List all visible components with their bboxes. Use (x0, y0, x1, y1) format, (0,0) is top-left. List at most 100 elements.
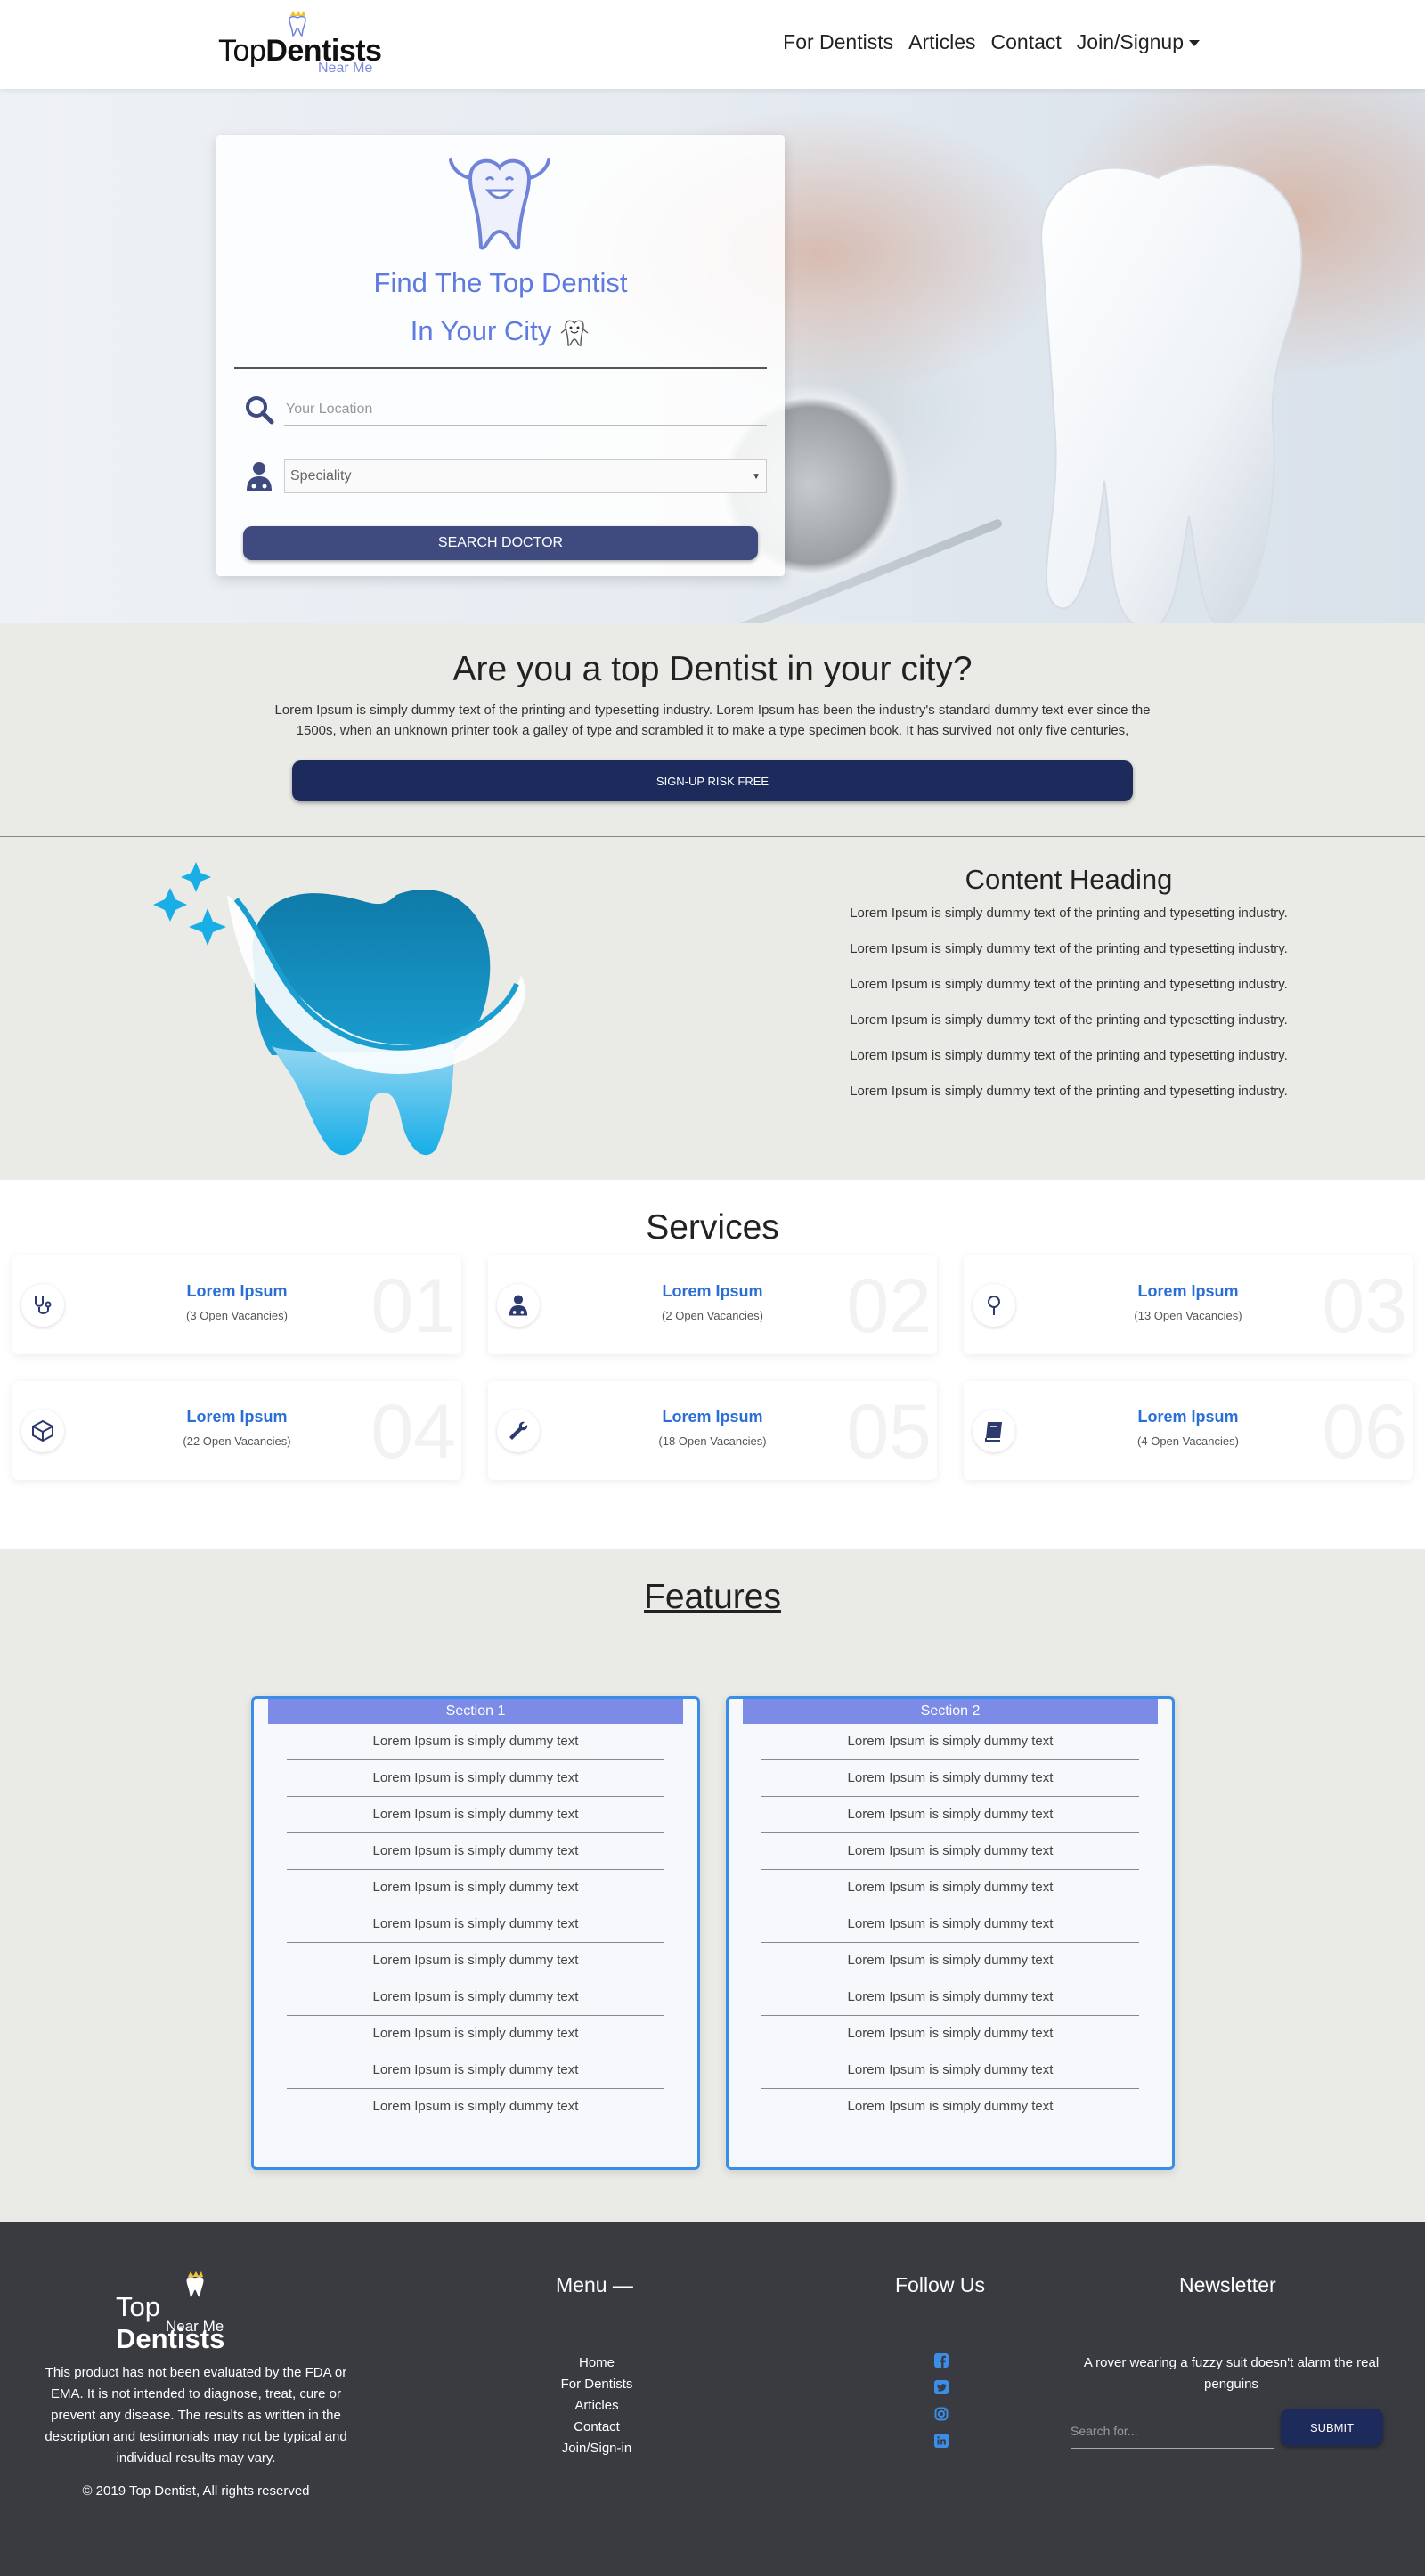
service-vacancies: (18 Open Vacancies) (658, 1434, 767, 1448)
content-line: Lorem Ipsum is simply dummy text of the … (850, 1012, 1288, 1028)
content-line: Lorem Ipsum is simply dummy text of the … (850, 1084, 1288, 1099)
feature-item: Lorem Ipsum is simply dummy text (761, 1943, 1139, 1979)
service-card[interactable]: 04 Lorem Ipsum (22 Open Vacancies) (12, 1381, 461, 1480)
feature-item: Lorem Ipsum is simply dummy text (287, 1870, 664, 1906)
smiling-tooth-icon (449, 158, 550, 250)
feature-item: Lorem Ipsum is simply dummy text (287, 1760, 664, 1797)
feature-item: Lorem Ipsum is simply dummy text (287, 1906, 664, 1943)
feature-item: Lorem Ipsum is simply dummy text (761, 2016, 1139, 2052)
service-number: 04 (370, 1389, 456, 1475)
service-card[interactable]: 03 Lorem Ipsum (13 Open Vacancies) (964, 1255, 1413, 1354)
feature-item: Lorem Ipsum is simply dummy text (761, 1760, 1139, 1797)
services-grid: 01 Lorem Ipsum (3 Open Vacancies) 02 Lor… (12, 1255, 1413, 1480)
feature-item: Lorem Ipsum is simply dummy text (761, 1724, 1139, 1760)
feature-box-title: Section 2 (743, 1699, 1158, 1724)
content-line: Lorem Ipsum is simply dummy text of the … (850, 1048, 1288, 1063)
content-section: Content Heading Lorem Ipsum is simply du… (0, 837, 1425, 1180)
service-card[interactable]: 06 Lorem Ipsum (4 Open Vacancies) (964, 1381, 1413, 1480)
footer-menu-join-signin[interactable]: Join/Sign-in (534, 2438, 659, 2459)
brand-logo[interactable]: TopDentists Near Me (218, 11, 387, 78)
speciality-select[interactable]: Speciality ▼ (284, 459, 767, 493)
service-title: Lorem Ipsum (1137, 1282, 1239, 1300)
services-section: Services 01 Lorem Ipsum (3 Open Vacancie… (0, 1180, 1425, 1549)
feature-item: Lorem Ipsum is simply dummy text (287, 1797, 664, 1833)
main-nav: For Dentists Articles Contact Join/Signu… (783, 30, 1200, 54)
brand-tagline: Near Me (318, 61, 373, 76)
cartoon-tooth-icon (560, 320, 589, 346)
service-title: Lorem Ipsum (186, 1282, 288, 1300)
speciality-field-row: Speciality ▼ (243, 459, 767, 493)
service-number: 03 (1322, 1264, 1407, 1349)
services-heading: Services (646, 1208, 779, 1247)
footer-menu-contact[interactable]: Contact (534, 2417, 659, 2438)
footer-menu-home[interactable]: Home (534, 2353, 659, 2374)
footer-follow-title: Follow Us (895, 2273, 985, 2296)
service-vacancies: (3 Open Vacancies) (186, 1309, 288, 1322)
feature-item: Lorem Ipsum is simply dummy text (287, 2052, 664, 2089)
footer-menu-title: Menu — (556, 2273, 633, 2296)
content-line: Lorem Ipsum is simply dummy text of the … (850, 906, 1288, 921)
hero-title-line2: In Your City (216, 315, 785, 349)
feature-item: Lorem Ipsum is simply dummy text (287, 2089, 664, 2125)
hero-tooth-model-image (1040, 163, 1303, 623)
feature-item: Lorem Ipsum is simply dummy text (761, 1870, 1139, 1906)
service-title: Lorem Ipsum (662, 1408, 763, 1426)
footer-newsletter-title: Newsletter (1179, 2273, 1276, 2296)
service-card[interactable]: 01 Lorem Ipsum (3 Open Vacancies) (12, 1255, 461, 1354)
content-line: Lorem Ipsum is simply dummy text of the … (850, 977, 1288, 992)
feature-item: Lorem Ipsum is simply dummy text (761, 1906, 1139, 1943)
instagram-icon[interactable] (933, 2406, 949, 2422)
feature-item: Lorem Ipsum is simply dummy text (761, 1797, 1139, 1833)
content-heading: Content Heading (965, 864, 1173, 895)
nav-join-signup-dropdown[interactable]: Join/Signup (1077, 30, 1200, 54)
content-text-block: Content Heading Lorem Ipsum is simply du… (802, 864, 1336, 1118)
nav-articles[interactable]: Articles (908, 30, 975, 54)
footer-menu-for-dentists[interactable]: For Dentists (534, 2374, 659, 2395)
service-vacancies: (2 Open Vacancies) (662, 1309, 763, 1322)
feature-item: Lorem Ipsum is simply dummy text (287, 1943, 664, 1979)
service-card[interactable]: 05 Lorem Ipsum (18 Open Vacancies) (488, 1381, 937, 1480)
footer-brand-tagline: Near Me (166, 2318, 224, 2335)
feature-item: Lorem Ipsum is simply dummy text (761, 2052, 1139, 2089)
service-number: 02 (846, 1264, 932, 1349)
social-links (933, 2353, 949, 2449)
content-line: Lorem Ipsum is simply dummy text of the … (850, 941, 1288, 956)
doctor-icon (247, 462, 272, 491)
feature-list: Lorem Ipsum is simply dummy text Lorem I… (761, 1724, 1139, 2125)
service-title: Lorem Ipsum (1137, 1408, 1239, 1426)
feature-item: Lorem Ipsum is simply dummy text (287, 1724, 664, 1760)
feature-box-title: Section 1 (268, 1699, 683, 1724)
service-title: Lorem Ipsum (186, 1408, 288, 1426)
signup-risk-free-button[interactable]: SIGN-UP RISK FREE (292, 760, 1133, 801)
search-doctor-button[interactable]: SEARCH DOCTOR (243, 526, 758, 560)
footer-disclaimer: This product has not been evaluated by t… (45, 2365, 347, 2466)
service-card[interactable]: 02 Lorem Ipsum (2 Open Vacancies) (488, 1255, 937, 1354)
feature-item: Lorem Ipsum is simply dummy text (761, 1833, 1139, 1870)
navbar: TopDentists Near Me For Dentists Article… (0, 0, 1425, 89)
feature-box-section-2: Section 2 Lorem Ipsum is simply dummy te… (726, 1696, 1175, 2170)
hero-title-line1: Find The Top Dentist (373, 267, 628, 298)
location-field-row (243, 394, 767, 426)
search-card: Find The Top Dentist In Your City Specia… (216, 135, 785, 576)
footer-menu-articles[interactable]: Articles (534, 2395, 659, 2417)
newsletter-text: A rover wearing a fuzzy suit doesn't ala… (1083, 2355, 1380, 2392)
nav-contact[interactable]: Contact (991, 30, 1062, 54)
newsletter-input[interactable] (1071, 2413, 1274, 2449)
linkedin-icon[interactable] (933, 2433, 949, 2449)
service-vacancies: (13 Open Vacancies) (1134, 1309, 1242, 1322)
features-heading: Features (644, 1578, 781, 1616)
newsletter-submit-button[interactable]: SUBMIT (1281, 2409, 1383, 2446)
facebook-icon[interactable] (933, 2353, 949, 2369)
footer-brand-logo[interactable]: Top Dentists Near Me (116, 2271, 276, 2354)
footer: Top Dentists Near Me This product has no… (0, 2222, 1425, 2576)
nav-for-dentists[interactable]: For Dentists (783, 30, 893, 54)
service-number: 06 (1322, 1389, 1407, 1475)
cta-heading: Are you a top Dentist in your city? (452, 650, 973, 688)
feature-item: Lorem Ipsum is simply dummy text (287, 1979, 664, 2016)
location-input[interactable] (284, 394, 767, 426)
twitter-icon[interactable] (933, 2379, 949, 2395)
features-section: Features Section 1 Lorem Ipsum is simply… (0, 1549, 1425, 2222)
service-number: 01 (370, 1264, 456, 1349)
feature-list: Lorem Ipsum is simply dummy text Lorem I… (287, 1724, 664, 2125)
feature-item: Lorem Ipsum is simply dummy text (287, 1833, 664, 1870)
